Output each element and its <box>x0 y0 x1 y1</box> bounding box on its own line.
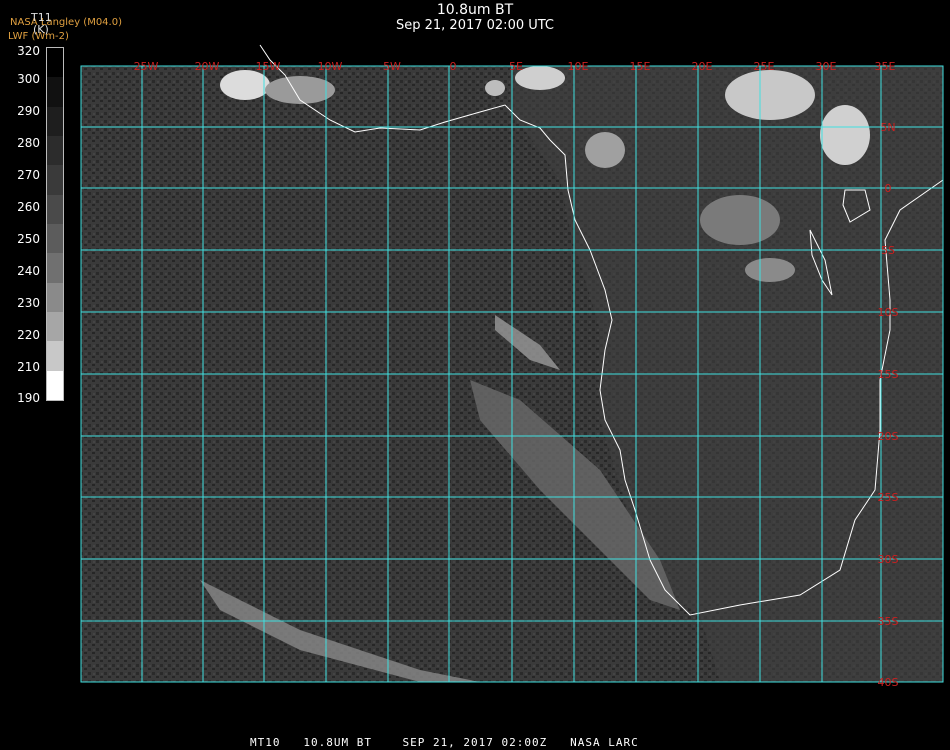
latitude-label: 5S <box>881 244 895 257</box>
longitude-label: 20E <box>692 60 713 73</box>
latitude-label: 15S <box>878 368 899 381</box>
longitude-label: 20W <box>195 60 220 73</box>
satellite-map: 25W 20W 15W 10W 5W 0 5E 10E 15E 20E 25E 30E 35E 5N 0 5… <box>80 44 944 689</box>
longitude-label: 0 <box>450 60 457 73</box>
longitude-label: 5W <box>383 60 401 73</box>
longitude-label: 25E <box>754 60 775 73</box>
longitude-label: 10W <box>318 60 343 73</box>
latitude-label: 25S <box>878 491 899 504</box>
latitude-label: 40S <box>878 676 899 689</box>
latitude-label: 30S <box>878 553 899 566</box>
longitude-label: 10E <box>568 60 589 73</box>
longitude-label: 35E <box>875 60 896 73</box>
longitude-label: 25W <box>134 60 159 73</box>
latitude-label: 35S <box>878 615 899 628</box>
latitude-label: 10S <box>878 306 899 319</box>
latitude-label: 5N <box>880 121 895 134</box>
longitude-label: 30E <box>816 60 837 73</box>
footer-caption: MT10 10.8UM BT SEP 21, 2017 02:00Z NASA … <box>250 736 639 749</box>
latitude-label: 0 <box>885 182 892 195</box>
longitude-label: 15W <box>256 60 281 73</box>
longitude-label: 5E <box>509 60 523 73</box>
longitude-label: 15E <box>630 60 651 73</box>
latitude-label: 20S <box>878 430 899 443</box>
